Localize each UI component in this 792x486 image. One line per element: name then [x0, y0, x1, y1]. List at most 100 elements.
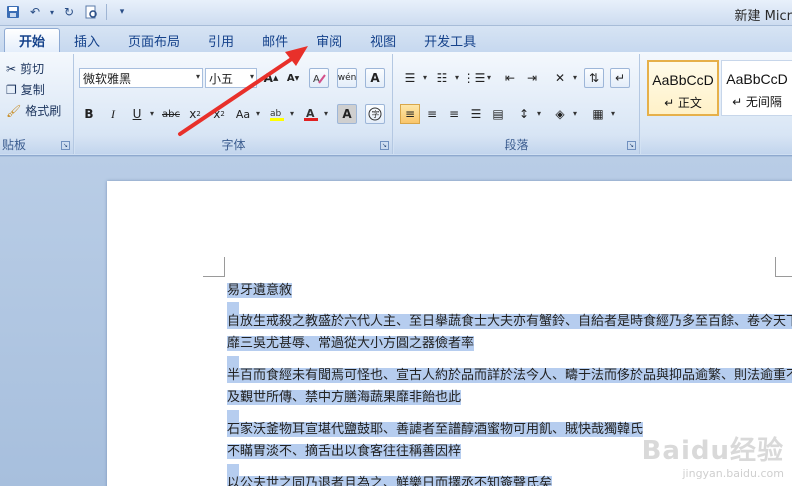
- ribbon: ✂ 剪切 ❐ 复制 🖌 格式刷 贴板 ↘ 微软雅黑 ▾ 小五 ▾ A ▲ A ▼ A…: [0, 52, 792, 156]
- print-preview-icon[interactable]: [82, 3, 100, 21]
- font-size-combobox[interactable]: 小五 ▾: [205, 68, 257, 88]
- undo-dropdown-icon[interactable]: ▾: [48, 3, 56, 21]
- tab-page-layout[interactable]: 页面布局: [114, 28, 194, 52]
- line-spacing-icon[interactable]: ↕: [514, 104, 541, 124]
- clipboard-group: ✂ 剪切 ❐ 复制 🖌 格式刷 贴板 ↘: [0, 54, 74, 154]
- title-bar: ↶ ▾ ↻ ▾ 新建 Micr: [0, 0, 792, 26]
- crop-mark: [203, 257, 225, 277]
- style-no-spacing[interactable]: AaBbCcD ↵ 无间隔: [721, 60, 792, 116]
- chinese-layout-icon[interactable]: ✕: [550, 68, 577, 88]
- style-sample: AaBbCcD: [652, 72, 714, 88]
- customize-qat-icon[interactable]: ▾: [113, 3, 131, 21]
- font-name-combobox[interactable]: 微软雅黑 ▾: [79, 68, 203, 88]
- character-border-icon[interactable]: A: [365, 68, 385, 88]
- numbering-icon[interactable]: ☷: [432, 68, 459, 88]
- strikethrough-icon[interactable]: abc: [161, 104, 181, 124]
- font-size-value: 小五: [209, 71, 234, 86]
- format-painter-label: 格式刷: [25, 104, 62, 118]
- italic-icon[interactable]: I: [103, 104, 123, 124]
- style-name: ↵ 无间隔: [732, 95, 782, 109]
- copy-button[interactable]: ❐ 复制: [6, 81, 45, 98]
- chevron-down-icon: ▾: [195, 72, 200, 81]
- grow-font-icon[interactable]: A ▲: [261, 68, 281, 88]
- tab-home[interactable]: 开始: [4, 28, 61, 52]
- decrease-indent-icon[interactable]: ⇤: [500, 68, 520, 88]
- selected-text: 石家沃釜物耳宣堪代鹽鼓耶、善謔者至譜醇酒蜜物可用飢、賊快哉獨韓氏: [227, 422, 644, 437]
- font-name-value: 微软雅黑: [83, 71, 132, 86]
- bold-icon[interactable]: B: [79, 104, 99, 124]
- tab-review[interactable]: 审阅: [302, 28, 356, 52]
- multilevel-list-icon[interactable]: ⋮☰: [463, 68, 491, 88]
- align-center-icon[interactable]: ≡: [422, 104, 442, 124]
- superscript-icon[interactable]: x2: [209, 104, 229, 124]
- redo-icon[interactable]: ↻: [60, 3, 78, 21]
- phonetic-guide-icon[interactable]: wén: [337, 68, 357, 88]
- selected-text: 及覲世所傳、禁中方膳海蔬果靡非飴也此: [227, 390, 462, 405]
- selected-text: 自放生戒殺之教盛於六代人主、至日擧蔬食士大夫亦有蟹鈴、自給者是時食經乃多至百餘、…: [227, 314, 792, 329]
- selected-text: 靡三吳尤甚辱、常過從大小方圓之器儉者率: [227, 336, 475, 351]
- svg-text:字: 字: [372, 109, 380, 119]
- watermark-url: jingyan.baidu.com: [682, 467, 784, 480]
- shrink-font-icon[interactable]: A ▼: [283, 68, 303, 88]
- quick-access-toolbar: ↶ ▾ ↻ ▾: [4, 3, 131, 21]
- align-right-icon[interactable]: ≡: [444, 104, 464, 124]
- selected-text: 以公夫世之同乃退者且為之、鮮樂日而擇丞不知簽聲氏矣: [227, 476, 553, 486]
- paragraph-shading-icon[interactable]: ◈: [550, 104, 577, 124]
- paragraph-line: 及覲世所傳、禁中方膳海蔬果靡非飴也此: [227, 384, 792, 411]
- document-area: 易牙遺意敘 自放生戒殺之教盛於六代人主、至日擧蔬食士大夫亦有蟹鈴、自給者是時食經…: [0, 157, 792, 486]
- tab-developer[interactable]: 开发工具: [410, 28, 490, 52]
- font-color-icon[interactable]: A: [301, 104, 328, 124]
- paragraph-group-label: 段落: [394, 136, 639, 154]
- cut-button[interactable]: ✂ 剪切: [6, 60, 44, 77]
- styles-group-label: [641, 136, 792, 154]
- window-title: 新建 Micr: [734, 9, 792, 24]
- format-painter-button[interactable]: 🖌 格式刷: [6, 102, 61, 119]
- copy-label: 复制: [20, 83, 45, 97]
- borders-icon[interactable]: ▦: [588, 104, 615, 124]
- clear-formatting-icon[interactable]: A: [309, 68, 329, 88]
- highlight-icon[interactable]: ab: [267, 104, 294, 124]
- style-sample: AaBbCcD: [726, 71, 788, 87]
- show-paragraph-marks-icon[interactable]: ↵: [610, 68, 630, 88]
- sort-icon[interactable]: ⇅: [584, 68, 604, 88]
- paragraph-title: 易牙遺意敘: [227, 277, 792, 304]
- style-normal[interactable]: AaBbCcD ↵ 正文: [647, 60, 719, 116]
- scissors-icon: ✂: [6, 61, 17, 76]
- clipboard-launcher-icon[interactable]: ↘: [61, 141, 70, 150]
- watermark: Baidu经验 jingyan.baidu.com: [642, 430, 784, 480]
- chevron-down-icon: ▾: [249, 72, 254, 81]
- svg-text:A: A: [313, 74, 320, 85]
- undo-icon[interactable]: ↶: [26, 3, 44, 21]
- character-shading-icon[interactable]: A: [337, 104, 357, 124]
- font-launcher-icon[interactable]: ↘: [380, 141, 389, 150]
- underline-icon[interactable]: U: [127, 104, 154, 124]
- change-case-icon[interactable]: Aa: [233, 104, 260, 124]
- subscript-icon[interactable]: x2: [185, 104, 205, 124]
- paragraph-line: 靡三吳尤甚辱、常過從大小方圓之器儉者率: [227, 330, 792, 357]
- bullets-icon[interactable]: ☰: [400, 68, 427, 88]
- cut-label: 剪切: [20, 62, 45, 76]
- ribbon-tabs: 开始 插入 页面布局 引用 邮件 审阅 视图 开发工具: [0, 26, 792, 52]
- selected-text: 易牙遺意敘: [227, 283, 293, 298]
- align-left-icon[interactable]: ≡: [400, 104, 420, 124]
- font-group-label: 字体: [75, 136, 392, 154]
- justify-icon[interactable]: ☰: [466, 104, 486, 124]
- tab-mailings[interactable]: 邮件: [248, 28, 302, 52]
- tab-insert[interactable]: 插入: [60, 28, 114, 52]
- distributed-icon[interactable]: ▤: [488, 104, 508, 124]
- paragraph-group: ☰ ☷ ⋮☰ ⇤ ⇥ ✕ ⇅ ↵ ≡ ≡ ≡ ☰ ▤ ↕ ◈ ▦ 段落 ↘: [394, 54, 640, 154]
- save-icon[interactable]: [4, 3, 22, 21]
- tab-references[interactable]: 引用: [194, 28, 248, 52]
- paintbrush-icon: 🖌: [6, 103, 22, 118]
- paragraph-launcher-icon[interactable]: ↘: [627, 141, 636, 150]
- svg-text:ab: ab: [270, 109, 282, 119]
- enclose-characters-icon[interactable]: 字: [365, 104, 385, 124]
- font-group: 微软雅黑 ▾ 小五 ▾ A▲ A▼ A wén A B I U abc x2 x…: [75, 54, 393, 154]
- tab-view[interactable]: 视图: [356, 28, 410, 52]
- selected-text: 不瞞胃淡不、摘舌出以食客往往稱善因梓: [227, 444, 462, 459]
- style-name: ↵ 正文: [664, 96, 702, 110]
- copy-icon: ❐: [6, 82, 17, 97]
- selected-text: 半百而食經未有聞焉可怪也、宣古人約於品而詳於法今人、疇于法而侈於品與抑品逾繁、則…: [227, 368, 792, 383]
- styles-group: AaBbCcD ↵ 正文 AaBbCcD ↵ 无间隔: [641, 54, 792, 154]
- increase-indent-icon[interactable]: ⇥: [522, 68, 542, 88]
